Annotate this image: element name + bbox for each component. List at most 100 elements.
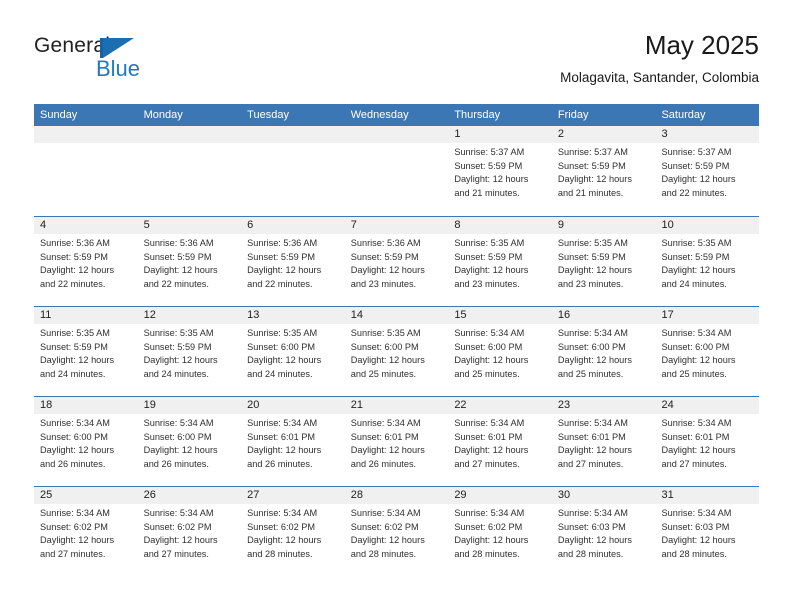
calendar-weeks: 1 2 3 Sunrise: 5:37 AM Sunset: 5:59 PM Daylig… (34, 126, 759, 576)
day-number[interactable]: 17 (655, 307, 759, 324)
week-detail-strip: Sunrise: 5:36 AM Sunset: 5:59 PM Daylight:… (34, 234, 759, 306)
day-info-line: and 23 minutes. (557, 278, 624, 289)
day-number[interactable]: 3 (655, 126, 759, 143)
day-info-line: Sunset: 5:59 PM (40, 341, 108, 352)
day-info-line: Sunrise: 5:34 AM (557, 328, 628, 338)
day-info-line: Sunset: 6:00 PM (557, 341, 626, 352)
day-cell[interactable]: Sunrise: 5:37 AM Sunset: 5:59 PM Daylight:… (448, 143, 552, 215)
day-number[interactable]: 20 (241, 397, 345, 414)
day-cell[interactable]: Sunrise: 5:34 AM Sunset: 6:01 PM Daylight:… (345, 414, 449, 486)
day-number[interactable]: 15 (448, 307, 552, 324)
day-number[interactable]: 23 (552, 397, 656, 414)
day-info-line: Daylight: 12 hours (557, 445, 632, 456)
general-blue-logo[interactable]: General Blue (34, 34, 234, 86)
day-cell[interactable]: Sunrise: 5:34 AM Sunset: 6:01 PM Daylight:… (241, 414, 345, 486)
day-number[interactable]: 2 (552, 126, 656, 143)
day-number[interactable]: 10 (655, 217, 759, 234)
day-info-line: and 25 minutes. (557, 368, 624, 379)
day-info-line: Sunset: 5:59 PM (661, 160, 730, 171)
day-info-line: and 21 minutes. (557, 187, 624, 198)
week-date-number-strip: 4 5 6 7 8 9 10 (34, 217, 759, 234)
day-info-line: and 28 minutes. (350, 548, 417, 559)
day-info-line: and 26 minutes. (350, 458, 417, 469)
day-number[interactable]: 6 (241, 217, 345, 234)
day-cell[interactable]: Sunrise: 5:35 AM Sunset: 6:00 PM Daylight:… (241, 324, 345, 396)
day-cell[interactable]: Sunrise: 5:35 AM Sunset: 5:59 PM Daylight:… (655, 234, 759, 306)
day-info-line: and 21 minutes. (454, 187, 520, 198)
day-info-line: and 27 minutes. (454, 458, 520, 469)
day-number[interactable]: 29 (448, 487, 552, 504)
calendar-week-row: 1 2 3 Sunrise: 5:37 AM Sunset: 5:59 PM Daylig… (34, 126, 759, 216)
day-cell[interactable]: Sunrise: 5:34 AM Sunset: 6:01 PM Daylight:… (655, 414, 759, 486)
day-cell[interactable]: Sunrise: 5:34 AM Sunset: 6:00 PM Daylight:… (448, 324, 552, 396)
day-number[interactable]: 31 (655, 487, 759, 504)
day-cell[interactable]: Sunrise: 5:36 AM Sunset: 5:59 PM Daylight:… (138, 234, 242, 306)
day-cell[interactable]: Sunrise: 5:37 AM Sunset: 5:59 PM Daylight:… (552, 143, 656, 215)
day-cell[interactable]: Sunrise: 5:35 AM Sunset: 6:00 PM Daylight:… (345, 324, 449, 396)
day-number[interactable]: 21 (345, 397, 449, 414)
day-number[interactable]: 11 (34, 307, 138, 324)
day-cell[interactable]: Sunrise: 5:34 AM Sunset: 6:03 PM Daylight:… (552, 504, 656, 576)
day-number[interactable]: 16 (552, 307, 656, 324)
day-cell[interactable]: Sunrise: 5:36 AM Sunset: 5:59 PM Daylight:… (34, 234, 138, 306)
day-cell[interactable]: Sunrise: 5:34 AM Sunset: 6:02 PM Daylight:… (138, 504, 242, 576)
day-info-line: and 23 minutes. (350, 278, 417, 289)
day-cell[interactable]: Sunrise: 5:34 AM Sunset: 6:02 PM Daylight:… (448, 504, 552, 576)
day-info-line: Sunset: 5:59 PM (454, 160, 523, 171)
day-number[interactable]: 18 (34, 397, 138, 414)
day-number[interactable]: 25 (34, 487, 138, 504)
title-block: May 2025 Molagavita, Santander, Colombia (560, 30, 759, 87)
week-detail-strip: Sunrise: 5:35 AM Sunset: 5:59 PM Daylight:… (34, 324, 759, 396)
day-number[interactable]: 19 (138, 397, 242, 414)
day-number[interactable]: 7 (345, 217, 449, 234)
calendar-week-row: 11 12 13 14 15 16 17 Sunrise: 5:35 AM Sunset: 5:… (34, 306, 759, 396)
flag-banner-shape (103, 38, 134, 58)
day-info-line: Sunrise: 5:34 AM (40, 418, 110, 428)
day-info-line: Sunset: 5:59 PM (557, 160, 626, 171)
day-cell[interactable]: Sunrise: 5:37 AM Sunset: 5:59 PM Daylight:… (655, 143, 759, 215)
day-cell[interactable]: Sunrise: 5:34 AM Sunset: 6:00 PM Daylight:… (655, 324, 759, 396)
day-number[interactable]: 30 (552, 487, 656, 504)
day-number[interactable]: 26 (138, 487, 242, 504)
day-cell[interactable]: Sunrise: 5:34 AM Sunset: 6:02 PM Daylight:… (345, 504, 449, 576)
day-number[interactable]: 12 (138, 307, 242, 324)
day-info-line: Sunrise: 5:34 AM (350, 508, 421, 518)
day-info-line: Daylight: 12 hours (143, 265, 218, 276)
day-number[interactable]: 1 (448, 126, 552, 143)
day-info-line: Sunrise: 5:34 AM (661, 508, 732, 518)
day-info-line: Sunset: 6:00 PM (350, 341, 419, 352)
day-info-line: Daylight: 12 hours (454, 535, 529, 546)
day-info-line: Daylight: 12 hours (40, 445, 115, 456)
day-number[interactable]: 24 (655, 397, 759, 414)
day-cell[interactable]: Sunrise: 5:35 AM Sunset: 5:59 PM Daylight:… (552, 234, 656, 306)
day-cell[interactable]: Sunrise: 5:35 AM Sunset: 5:59 PM Daylight:… (138, 324, 242, 396)
page-title: May 2025 (644, 30, 759, 60)
day-info-line: Sunset: 6:03 PM (557, 521, 626, 532)
day-cell[interactable]: Sunrise: 5:36 AM Sunset: 5:59 PM Daylight:… (345, 234, 449, 306)
day-number[interactable]: 9 (552, 217, 656, 234)
day-cell[interactable]: Sunrise: 5:34 AM Sunset: 6:03 PM Daylight:… (655, 504, 759, 576)
day-number[interactable]: 5 (138, 217, 242, 234)
day-cell[interactable]: Sunrise: 5:34 AM Sunset: 6:02 PM Daylight:… (241, 504, 345, 576)
day-number[interactable]: 14 (345, 307, 449, 324)
day-number[interactable]: 22 (448, 397, 552, 414)
day-cell[interactable]: Sunrise: 5:35 AM Sunset: 5:59 PM Daylight:… (448, 234, 552, 306)
day-number[interactable]: 8 (448, 217, 552, 234)
day-number[interactable]: 27 (241, 487, 345, 504)
day-cell[interactable]: Sunrise: 5:34 AM Sunset: 6:00 PM Daylight:… (552, 324, 656, 396)
weekday-header-sunday: Sunday (40, 109, 78, 121)
day-cell[interactable]: Sunrise: 5:35 AM Sunset: 5:59 PM Daylight:… (34, 324, 138, 396)
day-cell[interactable]: Sunrise: 5:34 AM Sunset: 6:01 PM Daylight:… (448, 414, 552, 486)
day-info-line: Daylight: 12 hours (247, 445, 322, 456)
day-cell[interactable]: Sunrise: 5:34 AM Sunset: 6:01 PM Daylight:… (552, 414, 656, 486)
calendar-week-row: 25 26 27 28 29 30 31 Sunrise: 5:34 AM Sunset: 6:… (34, 486, 759, 576)
day-cell[interactable]: Sunrise: 5:36 AM Sunset: 5:59 PM Daylight:… (241, 234, 345, 306)
day-number[interactable]: 28 (345, 487, 449, 504)
day-cell[interactable]: Sunrise: 5:34 AM Sunset: 6:02 PM Daylight:… (34, 504, 138, 576)
day-info-line: Sunrise: 5:35 AM (247, 328, 318, 338)
day-cell[interactable]: Sunrise: 5:34 AM Sunset: 6:00 PM Daylight:… (34, 414, 138, 486)
day-cell[interactable]: Sunrise: 5:34 AM Sunset: 6:00 PM Daylight:… (138, 414, 242, 486)
day-number[interactable]: 4 (34, 217, 138, 234)
day-number[interactable]: 13 (241, 307, 345, 324)
weekday-header-saturday: Saturday (661, 109, 706, 121)
